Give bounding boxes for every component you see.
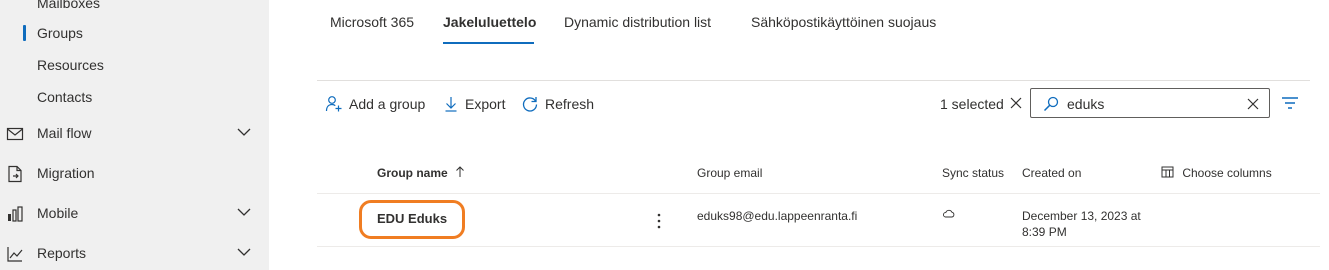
created-on-time: 8:39 PM: [1022, 225, 1067, 239]
column-header-label: Group name: [377, 166, 448, 180]
search-icon: [1043, 96, 1059, 112]
row-divider: [317, 246, 1320, 247]
sidebar-item-mail-flow[interactable]: Mail flow: [0, 117, 269, 149]
group-email-cell: eduks98@edu.lappeenranta.fi: [697, 209, 858, 223]
column-header-sync-status[interactable]: Sync status: [942, 166, 1004, 180]
clear-selection-icon[interactable]: [1010, 97, 1022, 109]
mobile-bar-icon: [8, 206, 23, 222]
chevron-down-icon: [237, 248, 251, 256]
column-header-group-email[interactable]: Group email: [697, 166, 762, 180]
sidebar-item-migration[interactable]: Migration: [0, 157, 269, 189]
sidebar-item-label: Resources: [37, 57, 104, 73]
add-group-label: Add a group: [349, 96, 426, 112]
column-header-group-name[interactable]: Group name: [377, 166, 465, 180]
header-divider: [317, 193, 1320, 194]
refresh-button[interactable]: Refresh: [521, 94, 594, 114]
sort-ascending-icon: [456, 166, 464, 177]
add-person-icon: [325, 96, 342, 112]
column-header-created-on[interactable]: Created on: [1022, 166, 1081, 180]
download-icon: [445, 97, 457, 112]
mail-icon: [6, 127, 24, 141]
left-navigation: Mailboxes Groups Resources Contacts Mail…: [0, 0, 269, 270]
sidebar-item-contacts[interactable]: Contacts: [0, 81, 269, 113]
sidebar-item-label: Groups: [37, 25, 83, 41]
sidebar-item-label: Mailboxes: [37, 0, 101, 11]
active-indicator: [23, 25, 26, 41]
filter-icon[interactable]: [1281, 96, 1299, 110]
search-box: [1030, 88, 1270, 118]
sidebar-item-label: Mail flow: [37, 125, 92, 141]
sidebar-item-label: Migration: [37, 165, 95, 181]
export-button[interactable]: Export: [443, 94, 505, 114]
add-group-button[interactable]: Add a group: [325, 94, 425, 114]
columns-icon: [1161, 166, 1174, 178]
sidebar-item-mobile[interactable]: Mobile: [0, 197, 269, 229]
created-on-date: December 13, 2023 at: [1022, 209, 1141, 223]
group-name-link[interactable]: EDU Eduks: [377, 211, 447, 226]
sidebar-item-reports[interactable]: Reports: [0, 237, 269, 269]
tab-jakeluluettelo[interactable]: Jakeluluettelo: [443, 14, 536, 44]
tab-dynamic-distribution-list[interactable]: Dynamic distribution list: [564, 14, 711, 44]
sidebar-item-resources[interactable]: Resources: [0, 49, 269, 81]
clear-search-icon[interactable]: [1247, 98, 1259, 110]
search-input[interactable]: [1067, 94, 1237, 114]
sidebar-item-label: Contacts: [37, 89, 93, 105]
cloud-icon: [943, 209, 955, 218]
sidebar-item-groups[interactable]: Groups: [0, 17, 269, 49]
active-tab-underline: [443, 42, 534, 44]
chart-icon: [7, 247, 23, 262]
selection-count: 1 selected: [940, 96, 1004, 112]
sidebar-item-label: Mobile: [37, 205, 79, 221]
tab-mail-enabled-security[interactable]: Sähköpostikäyttöinen suojaus: [751, 14, 936, 44]
more-options-icon[interactable]: [655, 212, 663, 230]
chevron-down-icon: [237, 128, 251, 136]
sidebar-item-label: Reports: [37, 245, 87, 261]
tab-microsoft-365[interactable]: Microsoft 365: [330, 14, 414, 44]
choose-columns-label: Choose columns: [1182, 166, 1272, 180]
refresh-icon: [522, 97, 538, 112]
migration-icon: [8, 165, 22, 183]
tabs-divider: [317, 80, 1310, 81]
chevron-down-icon: [237, 208, 251, 216]
refresh-label: Refresh: [545, 96, 595, 112]
choose-columns-button[interactable]: Choose columns: [1161, 166, 1272, 180]
export-label: Export: [465, 96, 506, 112]
